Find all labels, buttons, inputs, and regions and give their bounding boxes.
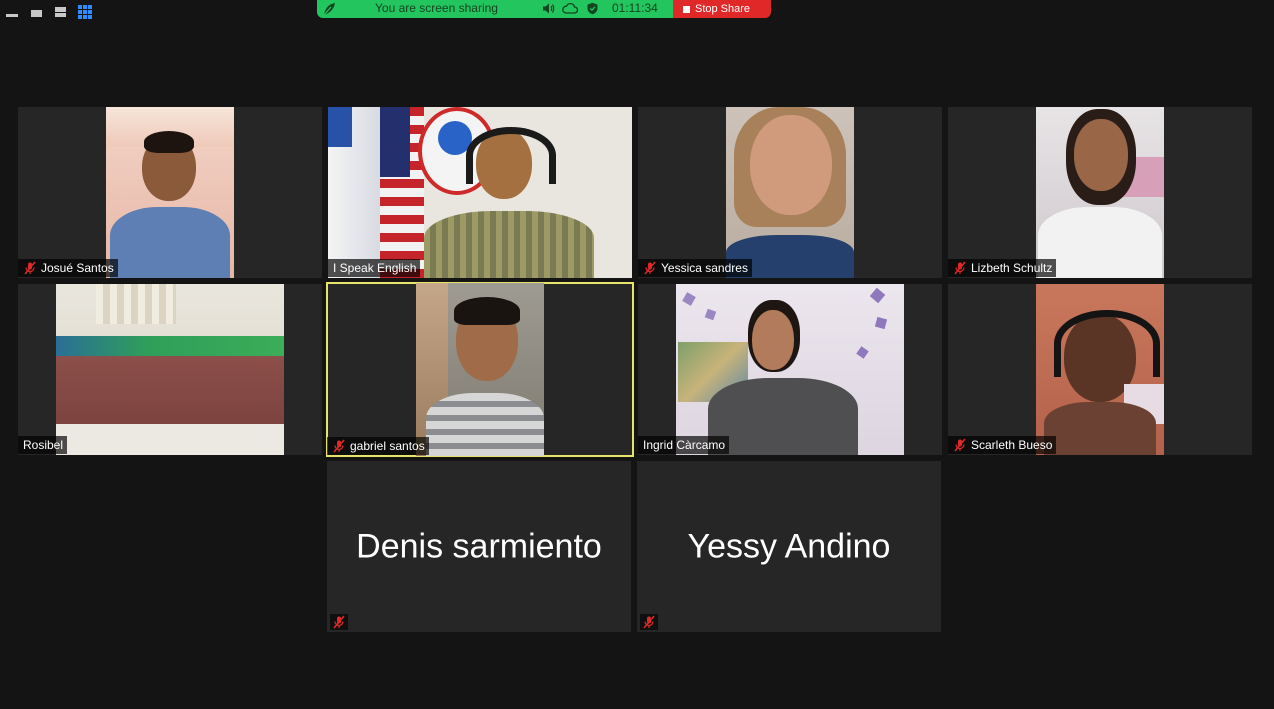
participant-name-large: Denis sarmiento — [356, 527, 602, 565]
muted-mic-icon — [333, 439, 345, 453]
participant-name-bar: gabriel santos — [327, 437, 429, 455]
speaker-view-icon[interactable] — [54, 5, 68, 19]
security-shield-icon[interactable] — [586, 2, 599, 15]
sharing-indicator-icon — [323, 3, 335, 16]
participant-name: gabriel santos — [350, 439, 425, 453]
participant-name-bar: Josué Santos — [18, 259, 118, 277]
participant-video — [676, 284, 904, 455]
participant-video — [1036, 284, 1164, 455]
participant-video — [328, 107, 632, 278]
muted-mic-icon — [333, 615, 345, 629]
audio-speaker-icon[interactable] — [542, 2, 555, 15]
participant-video — [726, 107, 854, 278]
participant-name: Josué Santos — [41, 261, 114, 275]
participant-name-bar: Ingrid Càrcamo — [638, 436, 730, 454]
participant-name: Ingrid Càrcamo — [643, 438, 726, 452]
stop-share-label: Stop Share — [695, 3, 751, 15]
participant-name-large: Yessy Andino — [687, 527, 891, 565]
share-status-text: You are screen sharing — [375, 1, 498, 15]
participant-tile[interactable]: Scarleth Bueso — [948, 284, 1252, 455]
participant-name: Rosibel — [23, 438, 64, 452]
muted-mic-icon — [644, 261, 656, 275]
participant-video — [1036, 107, 1164, 278]
muted-mic-badge — [640, 614, 658, 630]
participant-video — [106, 107, 234, 278]
view-controls — [6, 3, 92, 21]
participant-tile[interactable]: Denis sarmiento — [327, 461, 631, 632]
participant-name-bar: Scarleth Bueso — [948, 436, 1057, 454]
stop-share-button[interactable]: Stop Share — [673, 0, 771, 18]
share-status-panel: You are screen sharing 01:11:34 — [317, 0, 673, 18]
muted-mic-icon — [954, 261, 966, 275]
screen-share-banner: You are screen sharing 01:11:34 Stop Sha… — [317, 0, 771, 18]
participant-name-bar: Rosibel — [18, 436, 68, 454]
muted-mic-icon — [643, 615, 655, 629]
participant-name: Lizbeth Schultz — [971, 261, 1053, 275]
muted-mic-badge — [330, 614, 348, 630]
gallery-view-icon[interactable] — [78, 5, 92, 19]
minimize-icon[interactable] — [6, 5, 20, 19]
cloud-recording-icon[interactable] — [562, 2, 578, 15]
participant-tile[interactable]: Rosibel — [18, 284, 322, 455]
muted-mic-icon — [954, 438, 966, 452]
participant-video — [56, 284, 284, 455]
participant-name-bar: Lizbeth Schultz — [948, 259, 1057, 277]
participant-tile[interactable]: Yessica sandres — [638, 107, 942, 278]
stop-icon — [683, 5, 690, 13]
share-timer: 01:11:34 — [612, 1, 658, 15]
participant-tile[interactable]: Lizbeth Schultz — [948, 107, 1252, 278]
participant-name-bar: I Speak English — [328, 259, 421, 277]
participant-name: Yessica sandres — [661, 261, 748, 275]
participant-tile[interactable]: Yessy Andino — [637, 461, 941, 632]
participant-name: Scarleth Bueso — [971, 438, 1053, 452]
participant-tile[interactable]: I Speak English — [328, 107, 632, 278]
muted-mic-icon — [24, 261, 36, 275]
participant-tile[interactable]: Ingrid Càrcamo — [638, 284, 942, 455]
participant-tile[interactable]: Josué Santos — [18, 107, 322, 278]
participant-name-bar: Yessica sandres — [638, 259, 752, 277]
participant-tile-active-speaker[interactable]: gabriel santos — [326, 282, 634, 457]
mini-window-icon[interactable] — [30, 5, 44, 19]
participant-video — [416, 283, 544, 456]
participant-name: I Speak English — [333, 261, 417, 275]
